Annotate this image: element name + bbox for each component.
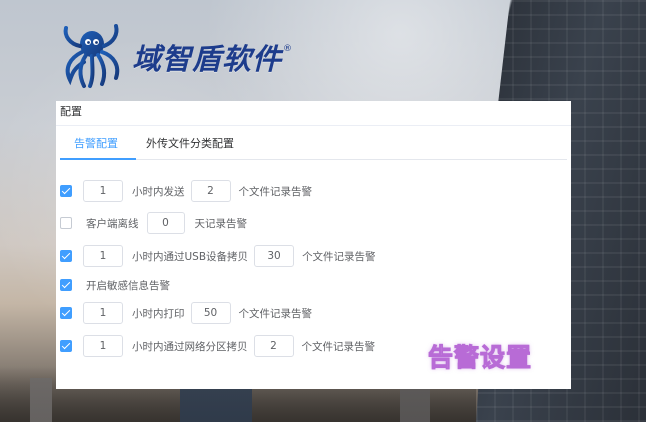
brand-name: 域智盾软件 <box>132 42 283 76</box>
rule-row-sensitive: 开启敏感信息告警 <box>60 274 170 296</box>
rule-send-text1: 小时内发送 <box>132 185 185 198</box>
tab-alert-config[interactable]: 告警配置 <box>74 135 118 151</box>
rule-offline-days-input[interactable]: 0 <box>146 212 185 234</box>
rule-offline-checkbox[interactable] <box>60 217 72 229</box>
rule-print-count-input[interactable]: 50 <box>190 302 231 324</box>
brand-logo: 域智盾软件 ® <box>56 22 292 92</box>
rule-row-network: 1 小时内通过网络分区拷贝 2 个文件记录告警 <box>60 335 375 357</box>
tab-file-category-config[interactable]: 外传文件分类配置 <box>146 135 234 151</box>
rule-usb-text2: 个文件记录告警 <box>302 250 376 263</box>
rule-print-text1: 小时内打印 <box>132 307 185 320</box>
config-tabs: 告警配置 外传文件分类配置 <box>60 129 567 160</box>
panel-divider <box>56 125 571 126</box>
rule-send-count-input[interactable]: 2 <box>190 180 231 202</box>
rule-usb-text1: 小时内通过USB设备拷贝 <box>132 250 249 263</box>
rule-send-checkbox[interactable] <box>60 185 72 197</box>
rule-network-text1: 小时内通过网络分区拷贝 <box>132 340 248 353</box>
rule-print-text2: 个文件记录告警 <box>238 307 313 320</box>
panel-title: 配置 <box>60 105 82 118</box>
rule-usb-checkbox[interactable] <box>60 250 72 262</box>
active-tab-indicator <box>60 158 136 160</box>
rule-offline-text0: 客户端离线 <box>86 217 139 230</box>
rule-row-print: 1 小时内打印 50 个文件记录告警 <box>60 302 312 324</box>
rule-row-offline: 客户端离线 0 天记录告警 <box>60 212 247 234</box>
rule-send-hours-input[interactable]: 1 <box>83 180 123 202</box>
registered-mark: ® <box>283 44 293 54</box>
octopus-logo-icon <box>63 24 120 88</box>
rule-usb-hours-input[interactable]: 1 <box>83 245 123 267</box>
rule-network-hours-input[interactable]: 1 <box>83 335 123 357</box>
rule-row-send: 1 小时内发送 2 个文件记录告警 <box>60 180 312 202</box>
rule-print-checkbox[interactable] <box>60 307 72 319</box>
rule-print-hours-input[interactable]: 1 <box>83 302 123 324</box>
rule-network-checkbox[interactable] <box>60 340 72 352</box>
alert-settings-caption: 告警设置 <box>427 343 533 373</box>
rule-usb-count-input[interactable]: 30 <box>254 245 295 267</box>
rule-row-usb: 1 小时内通过USB设备拷贝 30 个文件记录告警 <box>60 245 376 267</box>
rule-offline-text1: 天记录告警 <box>194 217 248 230</box>
rule-send-text2: 个文件记录告警 <box>238 185 313 198</box>
rule-network-text2: 个文件记录告警 <box>301 340 376 353</box>
rule-sensitive-checkbox[interactable] <box>60 279 72 291</box>
rule-network-count-input[interactable]: 2 <box>253 335 294 357</box>
rule-sensitive-text0: 开启敏感信息告警 <box>86 279 170 292</box>
